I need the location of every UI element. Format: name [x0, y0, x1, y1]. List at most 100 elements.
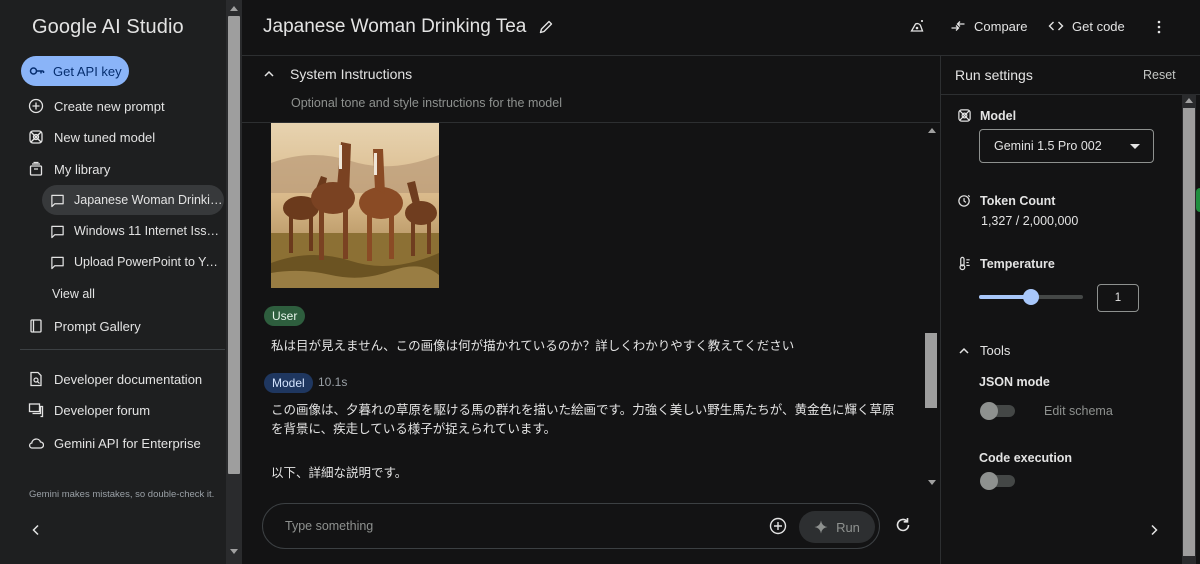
temperature-section-label: Temperature [957, 256, 1055, 271]
panel-divider [941, 94, 1200, 95]
model-message-paragraph: 以下、詳細な説明です。 [271, 466, 408, 480]
library-item-upload-powerpoint[interactable]: Upload PowerPoint to YouTube [42, 247, 224, 277]
sidebar-scrollbar-thumb[interactable] [228, 16, 240, 474]
compare-mode-button[interactable] [909, 18, 925, 34]
json-mode-toggle[interactable] [980, 402, 1015, 420]
sparkle-icon [814, 520, 828, 534]
nav-label: My library [54, 161, 111, 177]
compare-button[interactable]: Compare [950, 18, 1027, 34]
chevron-left-icon[interactable] [28, 522, 44, 538]
token-count-icon [958, 194, 971, 207]
page-title: Japanese Woman Drinking Tea [263, 16, 527, 37]
model-role-chip: Model [264, 373, 313, 393]
library-icon [29, 161, 43, 176]
compare-label: Compare [974, 18, 1028, 34]
reset-button[interactable]: Reset [1143, 68, 1176, 82]
get-api-key-label: Get API key [53, 63, 122, 79]
prompt-input-box[interactable]: Type something Run [262, 503, 880, 549]
chat-scroll-down-icon[interactable] [928, 480, 936, 485]
brand-title: Google AI Studio [32, 16, 184, 38]
top-bar: Japanese Woman Drinking Tea Compare Get … [242, 0, 1200, 56]
model-select[interactable]: Gemini 1.5 Pro 002 [979, 129, 1154, 163]
edit-pencil-icon[interactable] [538, 19, 554, 35]
disclaimer-text: Gemini makes mistakes, so double-check i… [29, 489, 215, 500]
chat-icon [51, 194, 64, 207]
token-count-label: Token Count [980, 193, 1056, 208]
tuned-model-icon [29, 130, 43, 144]
tools-section-toggle[interactable]: Tools [958, 343, 1010, 358]
nav-label: Developer documentation [54, 371, 203, 387]
nav-developer-documentation[interactable]: Developer documentation [28, 367, 202, 391]
screen-icon [910, 20, 924, 32]
library-item-japanese-woman[interactable]: Japanese Woman Drinking Tea [42, 185, 224, 215]
nav-label: Gemini API for Enterprise [54, 435, 201, 451]
tools-label: Tools [980, 343, 1011, 358]
library-item-label: Windows 11 Internet Issues [74, 224, 224, 238]
model-icon [958, 109, 971, 122]
edit-schema-button[interactable]: Edit schema [1044, 404, 1113, 418]
horses-painting-image [271, 123, 439, 288]
model-label: Model [980, 108, 1017, 123]
token-count-value: 1,327 / 2,000,000 [981, 214, 1079, 228]
nav-new-tuned-model[interactable]: New tuned model [28, 125, 155, 149]
nav-label: New tuned model [54, 129, 156, 145]
run-settings-panel: Run settings Reset Model Gemini 1.5 Pro … [940, 56, 1200, 564]
chat-icon [51, 256, 64, 269]
sidebar-divider [20, 349, 225, 350]
nav-label: Create new prompt [54, 98, 165, 114]
run-button[interactable]: Run [799, 511, 875, 543]
temperature-input[interactable]: 1 [1097, 284, 1139, 312]
add-circle-icon [28, 98, 44, 114]
nav-label: Developer forum [54, 402, 151, 418]
scroll-down-arrow-icon[interactable] [230, 549, 238, 554]
chevron-up-icon [264, 70, 274, 77]
nav-gemini-api-enterprise[interactable]: Gemini API for Enterprise [28, 431, 201, 455]
scroll-up-arrow-icon[interactable] [230, 6, 238, 11]
thermometer-icon [959, 256, 970, 271]
add-media-icon[interactable] [769, 517, 787, 535]
user-role-chip: User [264, 306, 306, 326]
nav-developer-forum[interactable]: Developer forum [28, 398, 150, 422]
key-icon [29, 67, 45, 75]
get-code-button[interactable]: Get code [1048, 18, 1125, 34]
system-instructions-toggle[interactable]: System Instructions [262, 66, 412, 82]
panel-scrollbar-thumb[interactable] [1183, 108, 1195, 556]
nav-prompt-gallery[interactable]: Prompt Gallery [28, 314, 141, 338]
model-section-label: Model [957, 108, 1016, 123]
run-label: Run [836, 519, 860, 535]
panel-scroll-up-icon[interactable] [1185, 98, 1193, 103]
token-count-section-label: Token Count [957, 193, 1055, 208]
chat-icon [51, 225, 64, 238]
library-item-label: Japanese Woman Drinking Tea [74, 193, 224, 207]
prompt-input-placeholder: Type something [285, 519, 374, 533]
sidebar: Google AI Studio Get API key Create new … [0, 0, 242, 564]
temperature-slider-thumb[interactable] [1023, 289, 1039, 305]
user-message: 私は目が見えません、この画像は何が描かれているのか？詳しくわかりやすく教えてくだ… [271, 339, 795, 353]
more-vert-icon[interactable] [1151, 19, 1167, 35]
view-all-link[interactable]: View all [52, 287, 95, 301]
code-execution-label: Code execution [979, 451, 1073, 465]
cloud-icon [29, 438, 44, 449]
chevron-up-icon [959, 347, 969, 354]
model-message-paragraph: この画像は、夕暮れの草原を駆ける馬の群れを描いた絵画です。力強く美しい野生馬たち… [271, 403, 895, 436]
get-api-key-button[interactable]: Get API key [21, 56, 129, 86]
model-response-time: 10.1s [318, 375, 348, 389]
chat-scrollbar-thumb[interactable] [925, 333, 937, 408]
caret-down-icon [1130, 144, 1140, 149]
get-code-label: Get code [1072, 18, 1125, 34]
code-icon [1048, 21, 1064, 31]
refresh-icon[interactable] [894, 516, 912, 534]
system-instructions-input[interactable]: Optional tone and style instructions for… [291, 96, 562, 110]
run-settings-title: Run settings [955, 67, 1033, 83]
library-item-label: Upload PowerPoint to YouTube [74, 255, 224, 269]
chat-scroll-up-icon[interactable] [928, 128, 936, 133]
system-instructions-title: System Instructions [290, 66, 413, 82]
chevron-right-icon[interactable] [1147, 523, 1161, 537]
code-execution-toggle[interactable] [980, 472, 1015, 490]
library-item-windows-11[interactable]: Windows 11 Internet Issues [42, 216, 224, 246]
forum-icon [28, 403, 44, 418]
nav-label: Prompt Gallery [54, 318, 141, 334]
nav-my-library[interactable]: My library [28, 157, 110, 181]
temperature-label: Temperature [980, 256, 1055, 271]
nav-create-new-prompt[interactable]: Create new prompt [28, 94, 165, 118]
